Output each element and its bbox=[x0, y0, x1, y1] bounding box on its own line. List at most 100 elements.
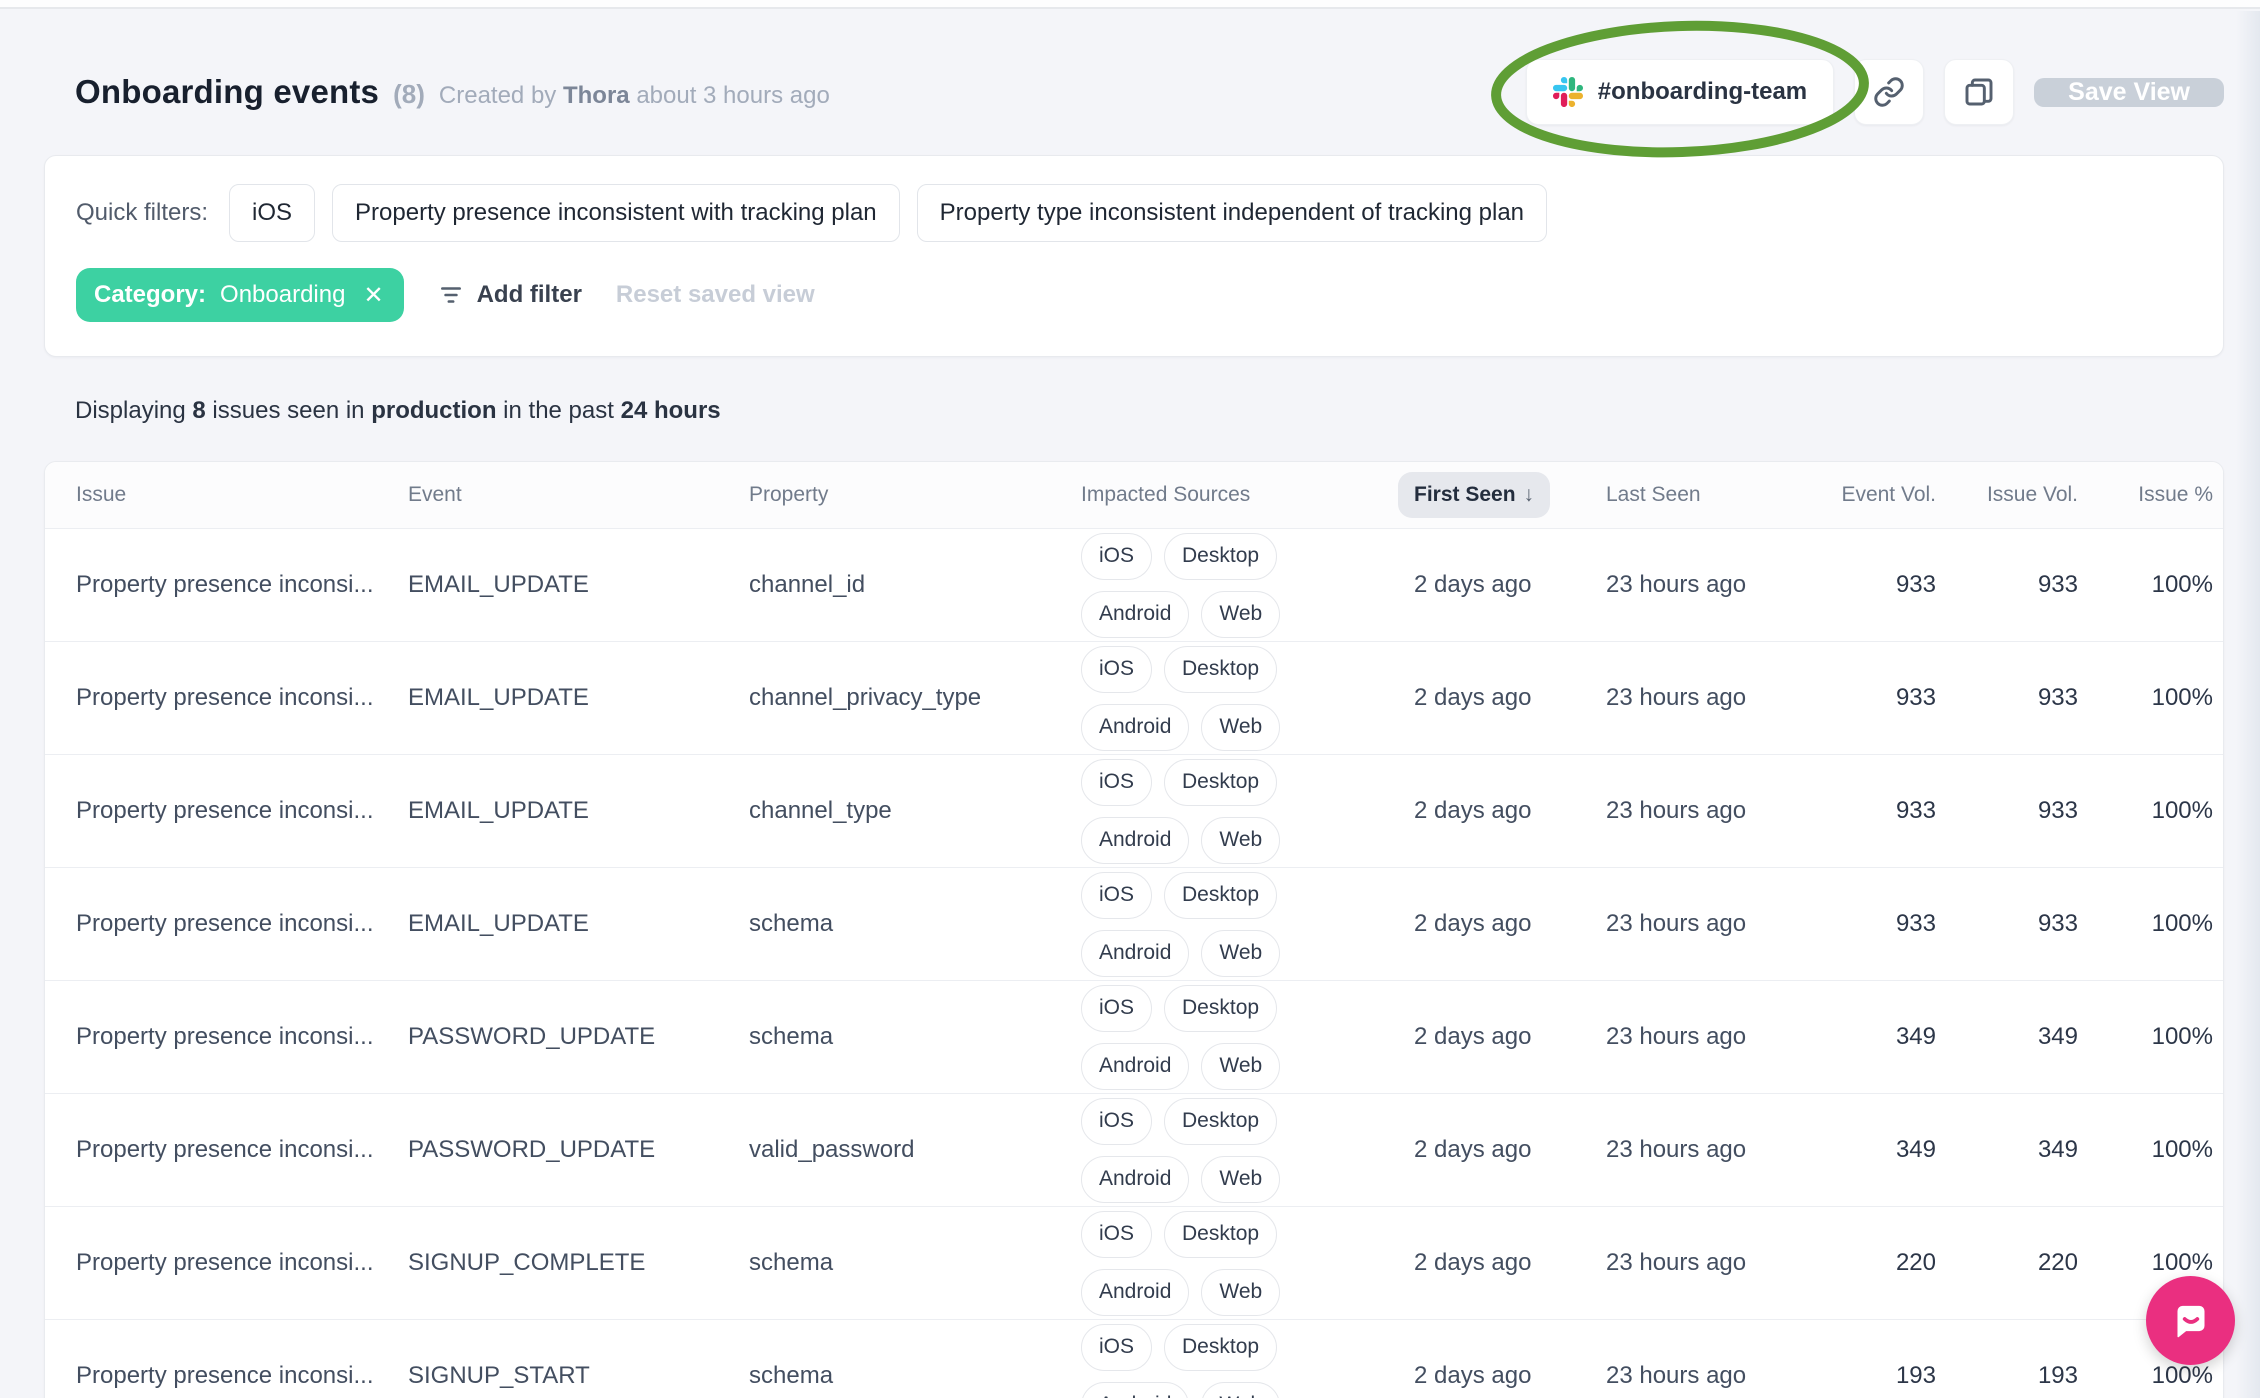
event-vol-cell: 933 bbox=[1895, 797, 1936, 824]
event-cell: PASSWORD_UPDATE bbox=[408, 1023, 656, 1050]
event-cell: EMAIL_UPDATE bbox=[408, 797, 589, 824]
col-impacted-sources[interactable]: Impacted Sources bbox=[1081, 483, 1414, 507]
property-cell: schema bbox=[749, 1023, 834, 1050]
property-cell: schema bbox=[749, 1362, 834, 1389]
table-row[interactable]: Property presence inconsi... EMAIL_UPDAT… bbox=[45, 641, 2223, 754]
table-row[interactable]: Property presence inconsi... EMAIL_UPDAT… bbox=[45, 528, 2223, 641]
property-cell: channel_id bbox=[749, 571, 866, 598]
slack-channel-label: #onboarding-team bbox=[1597, 78, 1808, 105]
impacted-sources-cell: iOSDesktop AndroidWeb bbox=[1081, 758, 1414, 864]
col-issue[interactable]: Issue bbox=[76, 483, 408, 507]
source-pill: Android bbox=[1081, 1042, 1190, 1090]
issue-vol-cell: 933 bbox=[2037, 797, 2078, 824]
source-pill: Web bbox=[1201, 1042, 1281, 1090]
event-vol-cell: 349 bbox=[1895, 1136, 1936, 1163]
add-filter-button[interactable]: Add filter bbox=[438, 281, 582, 309]
quick-filters-row: Quick filters: iOS Property presence inc… bbox=[76, 184, 2193, 242]
source-pill: iOS bbox=[1081, 984, 1153, 1032]
source-pill: Desktop bbox=[1164, 871, 1278, 919]
source-pill: Web bbox=[1201, 703, 1281, 751]
remove-filter-icon[interactable]: ✕ bbox=[363, 281, 383, 310]
page-title: Onboarding events bbox=[75, 73, 380, 110]
quick-filter-property-type[interactable]: Property type inconsistent independent o… bbox=[916, 184, 1548, 242]
source-pill: Desktop bbox=[1164, 645, 1278, 693]
copy-link-button[interactable] bbox=[1854, 59, 1925, 125]
event-vol-cell: 933 bbox=[1895, 571, 1936, 598]
slack-channel-button[interactable]: #onboarding-team bbox=[1525, 59, 1835, 125]
event-cell: EMAIL_UPDATE bbox=[408, 571, 589, 598]
impacted-sources-cell: iOSDesktop AndroidWeb bbox=[1081, 1210, 1414, 1316]
col-first-seen[interactable]: First Seen ↓ bbox=[1398, 472, 1606, 518]
quick-filter-ios[interactable]: iOS bbox=[229, 184, 316, 242]
source-pill: Desktop bbox=[1164, 758, 1278, 806]
issue-vol-cell: 193 bbox=[2037, 1362, 2078, 1389]
source-pill: Desktop bbox=[1164, 1323, 1278, 1371]
source-pill: Desktop bbox=[1164, 984, 1278, 1032]
event-vol-cell: 220 bbox=[1895, 1249, 1936, 1276]
page-header: Onboarding events (8) Created by Thora a… bbox=[44, 20, 2224, 158]
impacted-sources-cell: iOSDesktop AndroidWeb bbox=[1081, 532, 1414, 638]
chat-launcher-button[interactable] bbox=[2146, 1276, 2235, 1365]
issue-cell: Property presence inconsi... bbox=[76, 571, 374, 598]
chip-label: Category: bbox=[94, 281, 207, 308]
source-pill: Web bbox=[1201, 816, 1281, 864]
impacted-sources-cell: iOSDesktop AndroidWeb bbox=[1081, 645, 1414, 751]
first-seen-cell: 2 days ago bbox=[1414, 1249, 1532, 1276]
first-seen-cell: 2 days ago bbox=[1414, 1362, 1532, 1389]
property-cell: valid_password bbox=[749, 1136, 915, 1163]
first-seen-cell: 2 days ago bbox=[1414, 684, 1532, 711]
event-cell: SIGNUP_START bbox=[408, 1362, 590, 1389]
source-pill: iOS bbox=[1081, 1323, 1153, 1371]
event-cell: PASSWORD_UPDATE bbox=[408, 1136, 656, 1163]
quick-filter-property-presence[interactable]: Property presence inconsistent with trac… bbox=[332, 184, 900, 242]
issue-cell: Property presence inconsi... bbox=[76, 1023, 374, 1050]
first-seen-cell: 2 days ago bbox=[1414, 571, 1532, 598]
source-pill: Web bbox=[1201, 590, 1281, 638]
issue-pct-cell: 100% bbox=[2151, 797, 2213, 824]
issue-cell: Property presence inconsi... bbox=[76, 910, 374, 937]
col-issue-pct[interactable]: Issue % bbox=[2078, 483, 2213, 507]
col-last-seen[interactable]: Last Seen bbox=[1606, 483, 1836, 507]
first-seen-cell: 2 days ago bbox=[1414, 1023, 1532, 1050]
table-row[interactable]: Property presence inconsi... EMAIL_UPDAT… bbox=[45, 867, 2223, 980]
source-pill: Android bbox=[1081, 703, 1190, 751]
col-issue-vol[interactable]: Issue Vol. bbox=[1936, 483, 2078, 507]
col-property[interactable]: Property bbox=[749, 483, 1081, 507]
issue-pct-cell: 100% bbox=[2151, 684, 2213, 711]
source-pill: iOS bbox=[1081, 532, 1153, 580]
col-event-vol[interactable]: Event Vol. bbox=[1836, 483, 1936, 507]
issue-pct-cell: 100% bbox=[2151, 1249, 2213, 1276]
source-pill: iOS bbox=[1081, 1210, 1153, 1258]
table-row[interactable]: Property presence inconsi... SIGNUP_COMP… bbox=[45, 1206, 2223, 1319]
category-filter-chip[interactable]: Category: Onboarding ✕ bbox=[76, 268, 404, 322]
issue-vol-cell: 349 bbox=[2037, 1136, 2078, 1163]
issue-pct-cell: 100% bbox=[2151, 1023, 2213, 1050]
source-pill: Desktop bbox=[1164, 532, 1278, 580]
issue-cell: Property presence inconsi... bbox=[76, 1136, 374, 1163]
table-row[interactable]: Property presence inconsi... PASSWORD_UP… bbox=[45, 980, 2223, 1093]
first-seen-cell: 2 days ago bbox=[1414, 797, 1532, 824]
filter-icon bbox=[440, 287, 461, 303]
issue-cell: Property presence inconsi... bbox=[76, 1249, 374, 1276]
first-seen-cell: 2 days ago bbox=[1414, 1136, 1532, 1163]
chip-value: Onboarding bbox=[220, 281, 346, 308]
save-view-button[interactable]: Save View bbox=[2034, 77, 2224, 107]
last-seen-cell: 23 hours ago bbox=[1606, 684, 1747, 711]
slack-button-wrap: #onboarding-team bbox=[1491, 20, 1869, 158]
issue-pct-cell: 100% bbox=[2151, 571, 2213, 598]
impacted-sources-cell: iOSDesktop AndroidWeb bbox=[1081, 871, 1414, 977]
table-row[interactable]: Property presence inconsi... PASSWORD_UP… bbox=[45, 1093, 2223, 1206]
table-row[interactable]: Property presence inconsi... SIGNUP_STAR… bbox=[45, 1319, 2223, 1398]
impacted-sources-cell: iOSDesktop AndroidWeb bbox=[1081, 984, 1414, 1090]
issue-count-badge: (8) bbox=[393, 79, 425, 109]
source-pill: iOS bbox=[1081, 1097, 1153, 1145]
sort-pill[interactable]: First Seen ↓ bbox=[1398, 472, 1551, 518]
table-row[interactable]: Property presence inconsi... EMAIL_UPDAT… bbox=[45, 754, 2223, 867]
col-event[interactable]: Event bbox=[408, 483, 749, 507]
reset-saved-view-button[interactable]: Reset saved view bbox=[616, 281, 815, 309]
issue-vol-cell: 933 bbox=[2037, 910, 2078, 937]
last-seen-cell: 23 hours ago bbox=[1606, 1023, 1747, 1050]
event-cell: EMAIL_UPDATE bbox=[408, 910, 589, 937]
duplicate-view-button[interactable] bbox=[1944, 59, 2015, 125]
event-cell: EMAIL_UPDATE bbox=[408, 684, 589, 711]
